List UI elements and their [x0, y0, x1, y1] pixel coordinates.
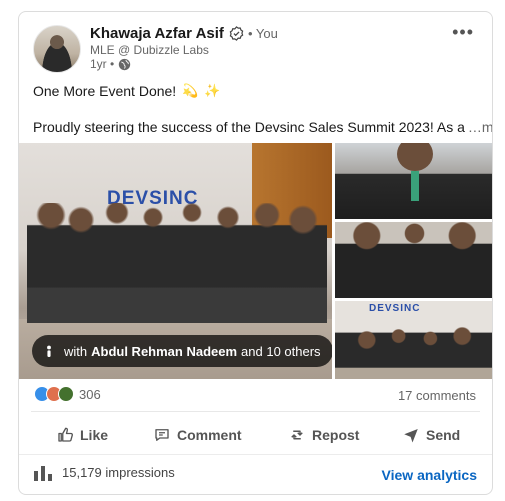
- photo-thumbnail-2[interactable]: [335, 222, 492, 298]
- repost-icon: [291, 430, 303, 440]
- post-text-line-1: One More Event Done! 💫 ✨: [33, 83, 221, 99]
- tagged-people-pill[interactable]: with Abdul Rehman Nadeem and 10 others: [32, 335, 332, 367]
- author-name-row: Khawaja Azfar Asif • You: [90, 25, 278, 42]
- post-header: Khawaja Azfar Asif • You MLE @ Dubizzle …: [19, 12, 492, 76]
- impressions[interactable]: 15,179 impressions: [33, 464, 175, 481]
- connection-degree: • You: [247, 26, 278, 41]
- dizzy-emoji: 💫: [182, 83, 199, 98]
- send-icon: [404, 429, 418, 443]
- reactions-summary[interactable]: 306: [34, 386, 101, 402]
- post-media-grid[interactable]: DEVSINC with Abdul Rehman Nadeem and 10 …: [19, 143, 492, 379]
- post-age: 1yr •: [90, 57, 115, 71]
- photo-thumbnail-3[interactable]: DEVSINC: [335, 301, 492, 379]
- like-icon: [58, 427, 73, 442]
- view-analytics-link[interactable]: View analytics: [382, 467, 477, 483]
- like-button[interactable]: Like: [56, 419, 108, 451]
- group-of-people: [27, 203, 327, 323]
- post-action-bar: Like Comment Repost Send: [19, 419, 492, 451]
- post-text-body: Proudly steering the success of the Devs…: [33, 119, 465, 135]
- divider: [31, 411, 480, 412]
- repost-button[interactable]: Repost: [288, 419, 359, 451]
- sparkles-emoji: ✨: [204, 83, 221, 98]
- author-avatar[interactable]: [33, 25, 81, 73]
- person-head: [397, 143, 433, 171]
- repost-label: Repost: [312, 427, 360, 443]
- tag-suffix: and 10 others: [241, 343, 321, 359]
- comment-label: Comment: [177, 427, 242, 443]
- send-label: Send: [426, 427, 461, 443]
- divider: [19, 454, 492, 455]
- like-label: Like: [80, 427, 109, 443]
- globe-icon: [118, 58, 131, 71]
- group-photo-main[interactable]: DEVSINC with Abdul Rehman Nadeem and 10 …: [19, 143, 332, 379]
- reaction-count[interactable]: 306: [79, 387, 101, 402]
- tagged-person-name: Abdul Rehman Nadeem: [91, 343, 238, 359]
- comment-button[interactable]: Comment: [153, 419, 242, 451]
- post-meta: 1yr •: [90, 57, 131, 71]
- send-button[interactable]: Send: [402, 419, 460, 451]
- more-options-icon[interactable]: •••: [452, 22, 474, 43]
- lanyard: [411, 171, 419, 201]
- post-text-line-2: Proudly steering the success of the Devs…: [33, 119, 492, 135]
- comment-icon: [155, 429, 169, 441]
- devsinc-logo-small: DEVSINC: [369, 303, 421, 314]
- person-icon: [42, 344, 56, 358]
- author-headline: MLE @ Dubizzle Labs: [90, 43, 209, 57]
- social-counts: 306 17 comments: [19, 385, 492, 405]
- comments-count[interactable]: 17 comments: [398, 388, 476, 403]
- author-name[interactable]: Khawaja Azfar Asif: [90, 25, 224, 42]
- bar-chart-icon: [33, 464, 53, 481]
- feed-post-card: Khawaja Azfar Asif • You MLE @ Dubizzle …: [18, 11, 493, 495]
- post-text-intro: One More Event Done!: [33, 83, 177, 99]
- celebrate-reaction-icon: [58, 386, 74, 402]
- verified-icon: [229, 26, 244, 41]
- photo-thumbnail-1[interactable]: [335, 143, 492, 219]
- tag-prefix: with: [64, 343, 88, 359]
- see-more-link[interactable]: …more: [468, 119, 492, 135]
- impressions-count: 15,179 impressions: [62, 465, 175, 480]
